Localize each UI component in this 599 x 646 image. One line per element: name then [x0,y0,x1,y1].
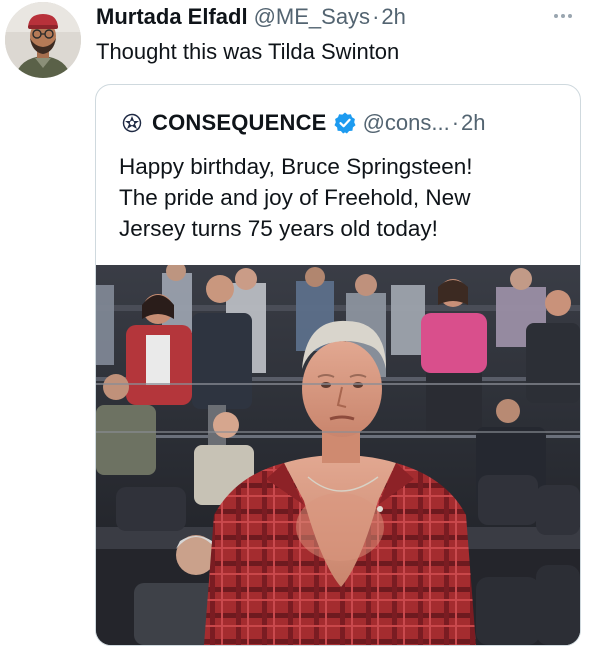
quoted-tweet-photo[interactable] [96,265,580,645]
tweet-timestamp[interactable]: 2h [381,4,405,30]
quoted-author-handle[interactable]: @cons... [363,110,450,136]
header-separator: · [372,4,380,29]
tweet-header: Murtada Elfadl @ME_Says · 2h [96,4,406,30]
author-name[interactable]: Murtada Elfadl [96,4,248,30]
tweet-text: Thought this was Tilda Swinton [96,39,400,64]
quoted-text-line: The pride and joy of Freehold, New [119,185,471,210]
quoted-tweet[interactable]: CONSEQUENCE @cons... · 2h Happy birthday… [95,84,581,646]
author-handle[interactable]: @ME_Says [254,4,370,30]
quoted-tweet-header: CONSEQUENCE @cons... · 2h [122,109,486,137]
quoted-timestamp[interactable]: 2h [461,110,485,136]
more-horizontal-icon [554,14,572,18]
quoted-text-line: Happy birthday, Bruce Springsteen! [119,154,473,179]
verified-badge-icon [333,111,357,135]
quoted-header-separator: · [451,110,460,135]
quoted-tweet-text: Happy birthday, Bruce Springsteen! The p… [119,151,559,244]
concert-crowd-image [96,265,580,645]
tweet-card[interactable]: Murtada Elfadl @ME_Says · 2h Thought thi… [0,0,599,646]
avatar-image [5,2,81,78]
quoted-text-line: Jersey turns 75 years old today! [119,216,438,241]
avatar[interactable] [5,2,81,78]
more-options-button[interactable] [549,6,577,26]
quoted-author-name[interactable]: CONSEQUENCE [152,110,327,136]
consequence-logo-icon [122,113,142,133]
